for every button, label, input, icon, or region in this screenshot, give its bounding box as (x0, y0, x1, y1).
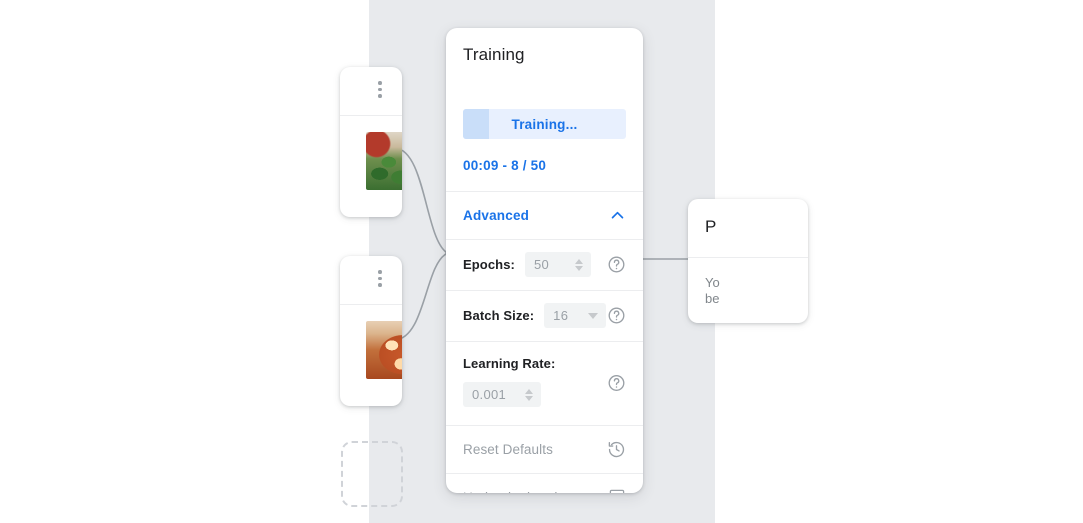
epochs-stepper[interactable] (574, 258, 583, 271)
learning-rate-row: Learning Rate: 0.001 (446, 341, 643, 425)
kebab-menu-icon[interactable] (378, 81, 382, 101)
node-card-vegetables[interactable] (340, 67, 402, 217)
preview-panel-text-line-2: be (705, 291, 720, 306)
orange-pumpkin-photo (366, 321, 402, 379)
stepper-up-icon[interactable] (574, 258, 583, 264)
help-circle-icon[interactable] (607, 374, 626, 393)
learning-rate-label: Learning Rate: (463, 356, 556, 371)
chevron-up-icon[interactable] (609, 207, 626, 224)
help-circle-icon[interactable] (607, 306, 626, 325)
under-the-hood-button[interactable]: Under the hood (446, 473, 643, 493)
divider (688, 257, 808, 258)
learning-rate-value: 0.001 (472, 387, 507, 402)
node-card-body (340, 305, 402, 406)
epochs-row: Epochs: 50 (446, 239, 643, 290)
page-title: Training (463, 45, 525, 64)
training-status-text: 00:09 - 8 / 50 (463, 158, 547, 173)
epochs-value: 50 (533, 257, 550, 272)
training-progress-bar: Training... (463, 109, 626, 139)
learning-rate-stepper[interactable] (525, 388, 533, 401)
history-restore-icon[interactable] (607, 440, 626, 459)
batch-size-row: Batch Size: 16 (446, 290, 643, 341)
preview-panel-text-line-1: Yo (705, 275, 720, 290)
app-root: P Yo be Training Training... 00:09 - 8 /… (0, 0, 1083, 523)
stepper-down-icon[interactable] (574, 265, 583, 271)
preview-panel[interactable]: P Yo be (688, 199, 808, 323)
epochs-label: Epochs: (463, 257, 515, 272)
reset-defaults-label: Reset Defaults (463, 441, 553, 457)
node-card-header (340, 67, 402, 116)
placeholder-drop-zone[interactable] (341, 441, 403, 507)
batch-size-select[interactable]: 16 (544, 303, 607, 328)
reset-defaults-button[interactable]: Reset Defaults (446, 425, 643, 473)
batch-size-label: Batch Size: (463, 308, 535, 323)
kebab-menu-icon[interactable] (378, 270, 382, 290)
under-the-hood-label: Under the hood (463, 490, 557, 494)
node-card-body (340, 116, 402, 217)
stepper-down-icon[interactable] (525, 395, 533, 401)
help-circle-icon[interactable] (607, 255, 626, 274)
progress-label: Training... (511, 116, 578, 132)
green-vegetables-photo (366, 132, 402, 190)
epochs-input[interactable]: 50 (524, 252, 591, 277)
preview-panel-title: P (705, 217, 717, 236)
node-card-pumpkin[interactable] (340, 256, 402, 406)
advanced-label: Advanced (463, 207, 530, 223)
stepper-up-icon[interactable] (525, 388, 533, 394)
chevron-down-icon[interactable] (588, 312, 599, 319)
learning-rate-input[interactable]: 0.001 (463, 382, 541, 407)
advanced-section-toggle[interactable]: Advanced (446, 191, 643, 239)
bar-chart-icon[interactable] (608, 488, 626, 493)
node-card-header (340, 256, 402, 305)
batch-size-value: 16 (553, 308, 569, 323)
training-panel[interactable]: Training Training... 00:09 - 8 / 50 Adva… (446, 28, 643, 493)
